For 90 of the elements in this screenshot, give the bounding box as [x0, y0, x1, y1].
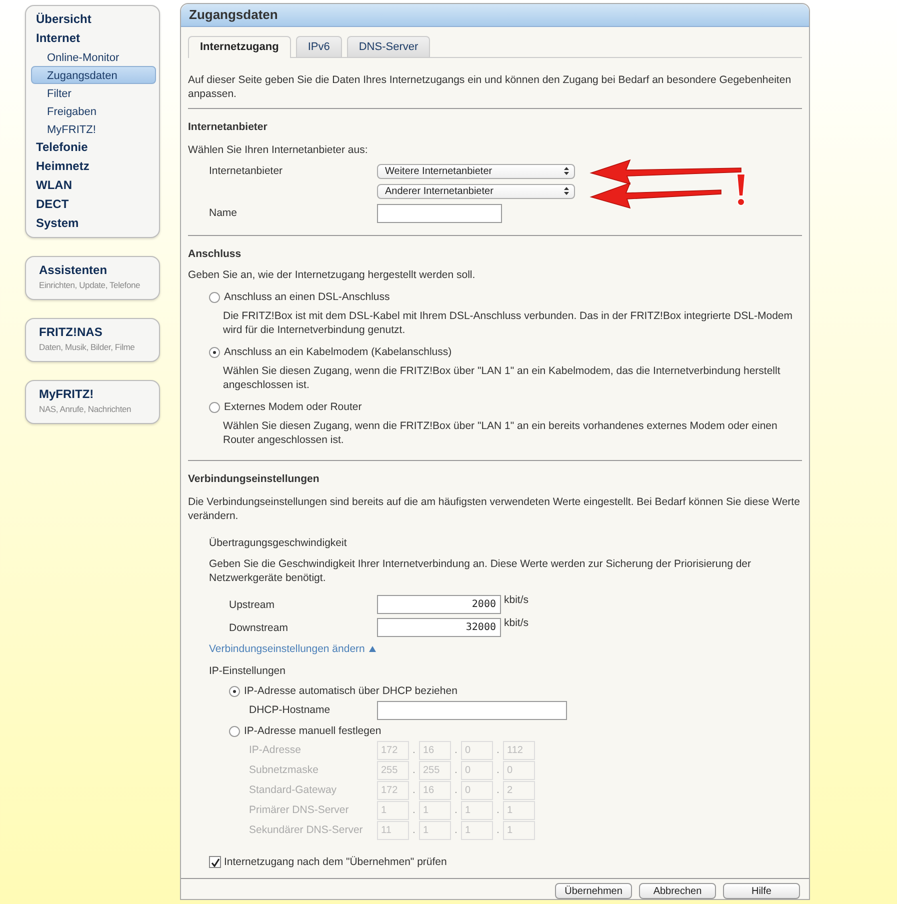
intro-text: Auf dieser Seite geben Sie die Daten Ihres Internetzugangs ein und können den Zugang bei Bedarf an besondere Gegebenheiten anpassen.	[188, 73, 792, 101]
separator-text: .	[412, 804, 416, 816]
provider-dropdown[interactable]: Anderer Internetanbieter	[377, 184, 575, 198]
submenu-item[interactable]: Freigaben	[31, 102, 156, 120]
option-description: Wählen Sie diesen Zugang, wenn die FRITZ!Box über "LAN 1" an ein Kabelmodem, das die Internetverbindung herstellt angeschlossen ist.	[223, 364, 782, 392]
separator-text: .	[496, 764, 500, 776]
option-label: Externes Modem oder Router	[224, 401, 362, 413]
check-icon	[210, 858, 220, 866]
unit-label: kbit/s	[504, 617, 529, 629]
menu-item[interactable]: DECT	[31, 195, 155, 214]
field-label: Subnetzmaske	[249, 764, 320, 776]
prompt-text: Geben Sie an, wie der Internetzugang hergestellt werden soll.	[188, 268, 476, 282]
submenu-item[interactable]: Online-Monitor	[31, 48, 156, 66]
separator-text: .	[412, 744, 416, 756]
separator-text: .	[454, 784, 458, 796]
option-label: Anschluss an ein Kabelmodem (Kabelanschluss)	[224, 346, 452, 358]
menu-item[interactable]: System	[31, 214, 155, 233]
separator-text: .	[412, 824, 416, 836]
submenu-item[interactable]: Filter	[31, 84, 156, 102]
separator-text: .	[496, 824, 500, 836]
exclamation-icon	[736, 174, 746, 206]
field-label: Internetanbieter	[209, 165, 284, 177]
separator-text: .	[412, 784, 416, 796]
field-label: Standard-Gateway	[249, 784, 338, 796]
option-label: Anschluss an einen DSL-Anschluss	[224, 291, 390, 303]
subsection-heading: Übertragungsgeschwindigkeit	[209, 536, 348, 550]
card-title: Assistenten	[39, 262, 108, 278]
prompt-text: Wählen Sie Ihren Internetanbieter aus:	[188, 143, 369, 157]
submenu-item[interactable]: Zugangsdaten	[31, 66, 156, 84]
tab[interactable]: IPv6	[296, 36, 342, 57]
separator-text: .	[454, 824, 458, 836]
checkbox[interactable]	[209, 856, 221, 868]
radio-button[interactable]	[209, 402, 220, 412]
provider-dropdown[interactable]: Weitere Internetanbieter	[377, 164, 575, 178]
action-button[interactable]: Übernehmen	[555, 883, 632, 899]
speed-field[interactable]: 32000	[377, 618, 501, 637]
section-text: Die Verbindungseinstellungen sind bereits auf die am häufigsten verwendeten Werte eingestellt. Bei Bedarf können Sie diese Werte verändern.	[188, 495, 801, 523]
separator-text: .	[454, 764, 458, 776]
radio-button[interactable]	[229, 686, 240, 696]
shortcut-card[interactable]: MyFRITZ! NAS, Anrufe, Nachrichten	[25, 380, 160, 424]
radio-button[interactable]	[209, 346, 220, 358]
field-label: Primärer DNS-Server	[249, 804, 350, 816]
option-label: IP-Adresse automatisch über DHCP beziehen	[244, 685, 458, 697]
field-label: Sekundärer DNS-Server	[249, 824, 364, 836]
shortcut-card[interactable]: Assistenten Einrichten, Update, Telefone	[25, 256, 160, 300]
card-subtitle: Einrichten, Update, Telefone	[39, 279, 142, 292]
card-title: FRITZ!NAS	[39, 324, 104, 340]
menu-item[interactable]: Telefonie	[31, 138, 155, 157]
radio-button[interactable]	[209, 292, 220, 302]
tab[interactable]: Internetzugang	[188, 36, 291, 58]
separator-text: .	[496, 784, 500, 796]
action-button[interactable]: Hilfe	[723, 883, 800, 899]
option-label: IP-Adresse manuell festlegen	[244, 725, 382, 737]
shortcut-card[interactable]: FRITZ!NAS Daten, Musik, Bilder, Filme	[25, 318, 160, 362]
field-label: Name	[209, 207, 238, 219]
field-label: DHCP-Hostname	[249, 704, 332, 716]
menu-item[interactable]: Internet	[31, 29, 155, 48]
unit-label: kbit/s	[504, 594, 529, 606]
menu-item[interactable]: WLAN	[31, 176, 155, 195]
checkbox-label: Internetzugang nach dem "Übernehmen" prüfen	[224, 856, 447, 868]
section-text: Geben Sie die Geschwindigkeit Ihrer Internetverbindung an. Diese Werte werden zur Sicherung der Priorisierung der Netzwerkgeräte benötigt.	[209, 557, 752, 585]
option-description: Wählen Sie diesen Zugang, wenn die FRITZ!Box über "LAN 1" an ein bereits vorhandenes externes Modem oder einen Router angeschlossen ist.	[223, 419, 778, 447]
option-description: Die FRITZ!Box ist mit dem DSL-Kabel mit Ihrem DSL-Anschluss verbunden. Das in der FRITZ!Box integrierte DSL-Modem wird für die Internetverbindung genutzt.	[223, 309, 794, 337]
section-heading: Anschluss	[188, 247, 242, 261]
submenu-item[interactable]: MyFRITZ!	[31, 120, 156, 138]
separator-text: .	[412, 764, 416, 776]
panel-title: Zugangsdaten	[181, 4, 809, 27]
hostname-field[interactable]	[377, 700, 567, 720]
field-label: Downstream	[229, 622, 289, 634]
subsection-heading: IP-Einstellungen	[209, 664, 286, 678]
separator-text: .	[454, 804, 458, 816]
separator-text: .	[496, 804, 500, 816]
name-field[interactable]	[377, 204, 502, 222]
card-subtitle: NAS, Anrufe, Nachrichten	[39, 403, 132, 416]
action-button[interactable]: Abbrechen	[639, 883, 716, 899]
field-label: Upstream	[229, 598, 276, 610]
card-subtitle: Daten, Musik, Bilder, Filme	[39, 341, 136, 354]
settings-link[interactable]: Verbindungseinstellungen ändern	[209, 643, 376, 655]
speed-field[interactable]: 2000	[377, 595, 501, 614]
separator-text: .	[496, 744, 500, 756]
menu-item[interactable]: Übersicht	[31, 10, 155, 29]
separator-text: .	[454, 744, 458, 756]
section-heading: Verbindungseinstellungen	[188, 472, 320, 486]
up-down-icon	[564, 167, 569, 175]
tab[interactable]: DNS-Server	[346, 36, 430, 57]
up-down-icon	[564, 187, 569, 195]
section-heading: Internetanbieter	[188, 120, 268, 134]
menu-item[interactable]: Heimnetz	[31, 157, 155, 176]
card-title: MyFRITZ!	[39, 386, 95, 402]
field-label: IP-Adresse	[249, 744, 302, 756]
